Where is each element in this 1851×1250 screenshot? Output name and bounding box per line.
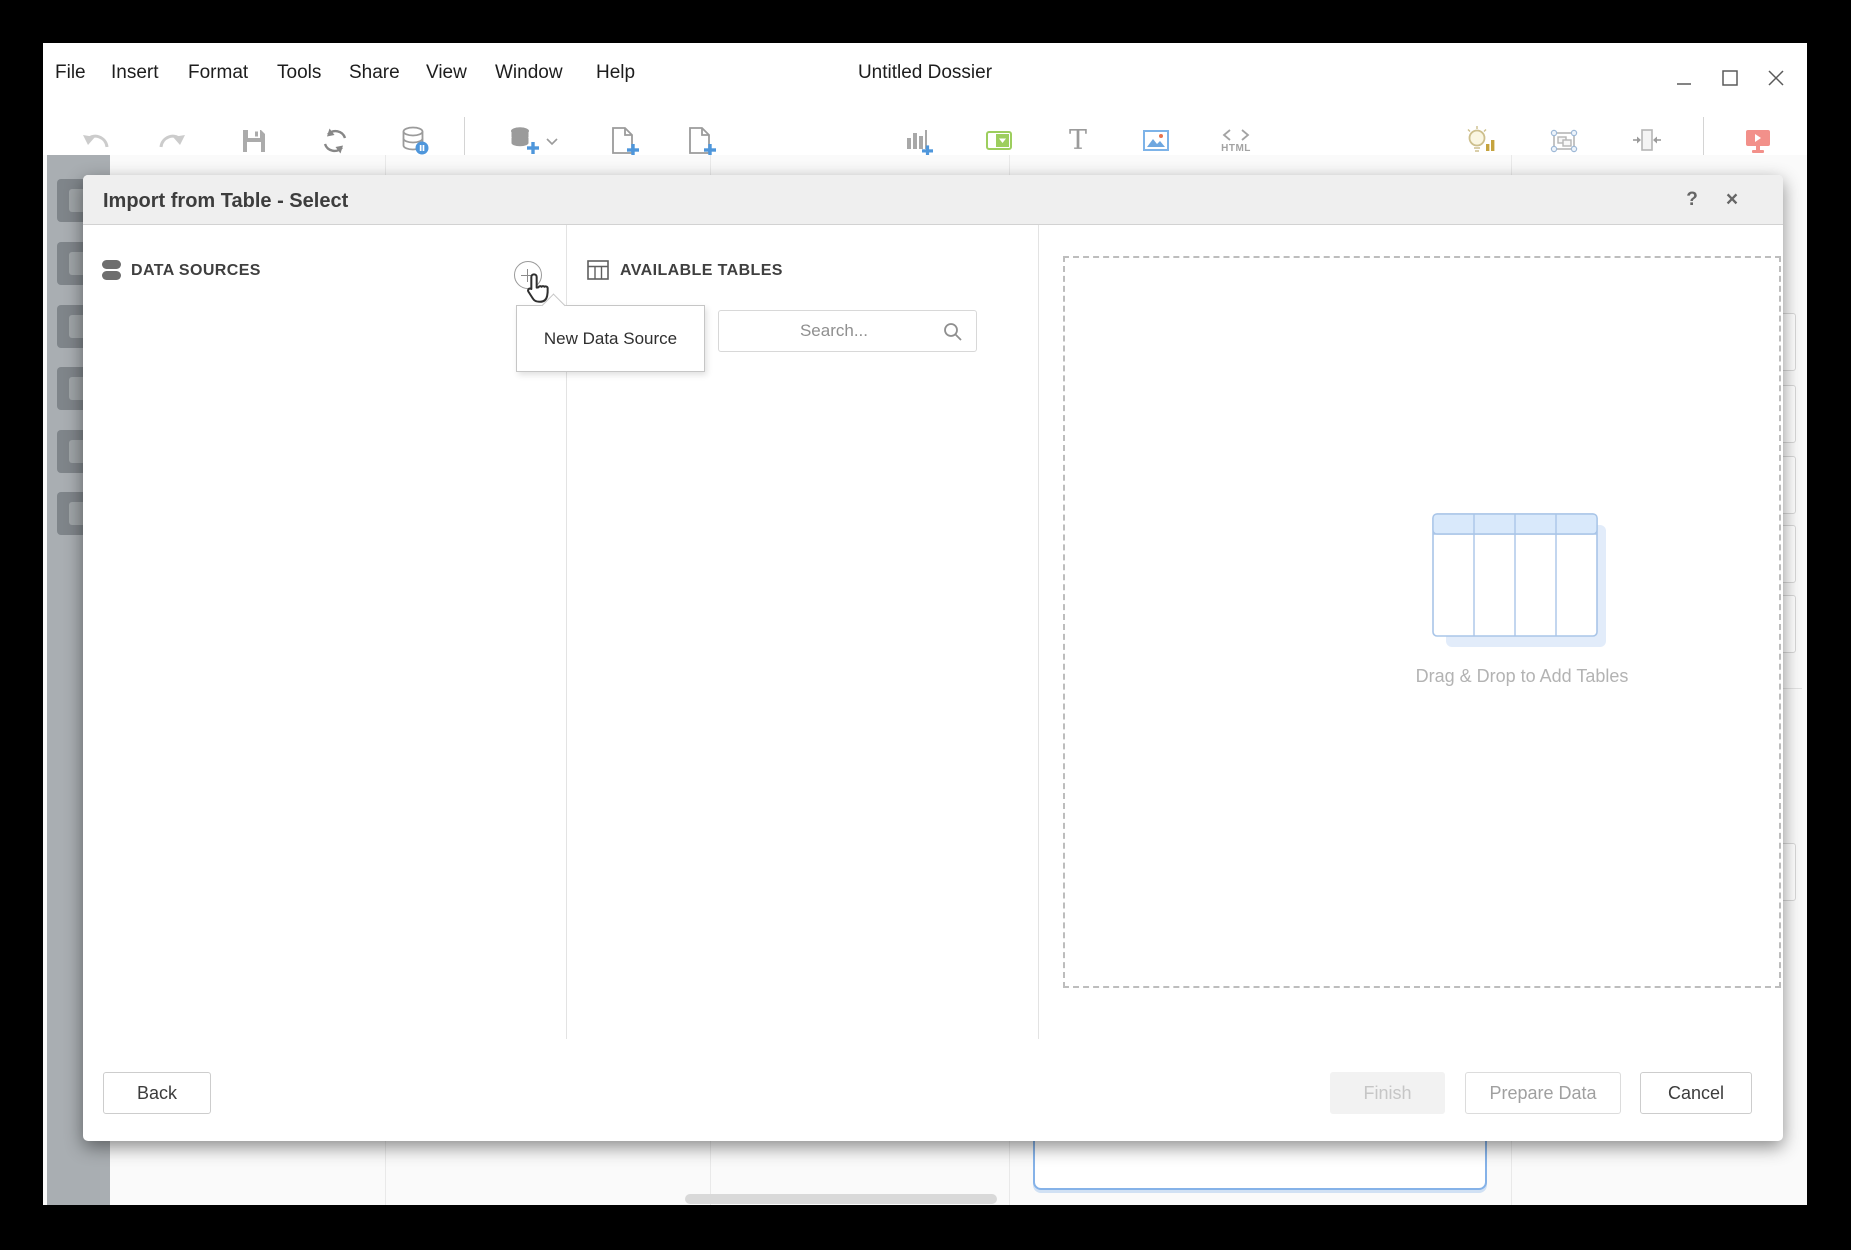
horizontal-scrollbar[interactable] <box>685 1194 997 1204</box>
minimize-icon[interactable] <box>1671 65 1697 91</box>
menu-format[interactable]: Format <box>188 43 248 99</box>
menu-file[interactable]: File <box>55 43 86 99</box>
database-icon <box>100 259 123 286</box>
hand-cursor <box>519 271 559 311</box>
add-text-icon[interactable]: T <box>1060 123 1096 159</box>
chevron-down-icon[interactable] <box>543 123 561 159</box>
menu-view[interactable]: View <box>426 43 467 99</box>
close-window-icon[interactable] <box>1763 65 1789 91</box>
cancel-button[interactable]: Cancel <box>1640 1072 1752 1114</box>
prepare-data-button[interactable]: Prepare Data <box>1465 1072 1621 1114</box>
help-icon[interactable]: ? <box>1679 187 1705 213</box>
menu-share[interactable]: Share <box>349 43 400 99</box>
maximize-icon[interactable] <box>1717 65 1743 91</box>
add-chapter-icon[interactable] <box>682 123 718 159</box>
finish-button: Finish <box>1330 1072 1445 1114</box>
dialog-header: Import from Table - Select ? × <box>83 175 1783 225</box>
close-dialog-icon[interactable]: × <box>1719 187 1745 213</box>
tooltip-label: New Data Source <box>544 329 677 349</box>
undo-icon <box>78 123 114 159</box>
html-tool-label: HTML <box>1221 143 1251 154</box>
drop-zone-hint: Drag & Drop to Add Tables <box>1416 666 1629 687</box>
redo-icon <box>154 123 190 159</box>
add-image-icon[interactable] <box>1138 123 1174 159</box>
back-button[interactable]: Back <box>103 1072 211 1114</box>
presentation-icon[interactable] <box>1740 123 1776 159</box>
search-icon <box>942 321 964 348</box>
import-from-table-dialog: Import from Table - Select ? × DATA SOUR… <box>83 175 1783 1141</box>
search-input[interactable] <box>729 311 939 351</box>
add-filter-icon[interactable] <box>981 123 1017 159</box>
available-tables-heading: AVAILABLE TABLES <box>620 262 783 280</box>
drop-table-glyph <box>1432 513 1612 660</box>
database-status-icon[interactable] <box>397 123 433 159</box>
column-divider <box>1038 225 1039 1039</box>
add-html-icon[interactable]: HTML <box>1218 123 1254 159</box>
titlebar: File Insert Format Tools Share View Wind… <box>43 43 1807 99</box>
table-drop-zone[interactable] <box>1063 256 1781 988</box>
new-data-icon[interactable] <box>505 123 541 159</box>
app-window: File Insert Format Tools Share View Wind… <box>43 43 1807 1205</box>
dialog-title: Import from Table - Select <box>103 175 348 225</box>
search-box <box>718 310 977 352</box>
document-title: Untitled Dossier <box>858 43 992 99</box>
menu-tools[interactable]: Tools <box>277 43 321 99</box>
menu-insert[interactable]: Insert <box>111 43 159 99</box>
data-sources-heading: DATA SOURCES <box>131 262 261 280</box>
group-selection-icon[interactable] <box>1546 123 1582 159</box>
add-visualization-icon[interactable] <box>901 123 937 159</box>
insights-icon[interactable] <box>1462 123 1498 159</box>
menu-window[interactable]: Window <box>495 43 563 99</box>
new-data-source-tooltip: New Data Source <box>516 305 705 372</box>
fit-to-window-icon[interactable] <box>1629 123 1665 159</box>
menu-help[interactable]: Help <box>596 43 635 99</box>
save-icon[interactable] <box>236 123 272 159</box>
refresh-icon[interactable] <box>317 123 353 159</box>
table-icon <box>587 259 609 286</box>
add-page-icon[interactable] <box>605 123 641 159</box>
